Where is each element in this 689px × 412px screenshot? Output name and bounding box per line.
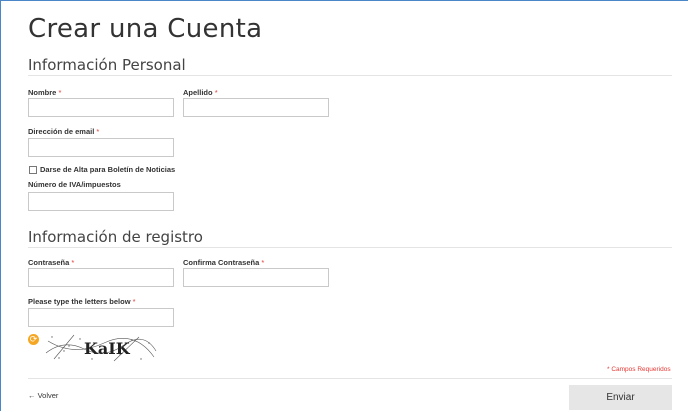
- last-name-label: Apellido *: [183, 88, 218, 97]
- first-name-input[interactable]: [28, 98, 174, 117]
- page-title: Crear una Cuenta: [28, 14, 263, 44]
- vat-label: Número de IVA/impuestos: [28, 180, 121, 189]
- newsletter-label[interactable]: Darse de Alta para Boletín de Noticias: [40, 165, 175, 174]
- back-link[interactable]: ← Volver: [28, 391, 58, 400]
- last-name-input[interactable]: [183, 98, 329, 117]
- section-title-registration: Información de registro: [28, 228, 203, 246]
- confirm-password-input[interactable]: [183, 268, 329, 287]
- email-label: Dirección de email *: [28, 127, 100, 136]
- footer-divider: [28, 378, 672, 379]
- captcha-text: KaIK: [84, 339, 131, 358]
- confirm-password-label: Confirma Contraseña *: [183, 258, 265, 267]
- email-input[interactable]: [28, 138, 174, 157]
- section-divider: [28, 75, 672, 76]
- captcha-refresh-icon[interactable]: ⟳: [28, 334, 39, 345]
- submit-button[interactable]: Enviar: [569, 385, 672, 410]
- captcha-image: KaIK: [44, 331, 158, 363]
- newsletter-checkbox[interactable]: [29, 166, 37, 174]
- password-label: Contraseña *: [28, 258, 75, 267]
- captcha-input[interactable]: [28, 308, 174, 327]
- required-fields-note: * Campos Requeridos: [607, 366, 671, 373]
- vat-input[interactable]: [28, 192, 174, 211]
- first-name-label: Nombre *: [28, 88, 62, 97]
- password-input[interactable]: [28, 268, 174, 287]
- captcha-label: Please type the letters below *: [28, 297, 136, 306]
- section-title-personal: Información Personal: [28, 56, 186, 74]
- section-divider: [28, 247, 672, 248]
